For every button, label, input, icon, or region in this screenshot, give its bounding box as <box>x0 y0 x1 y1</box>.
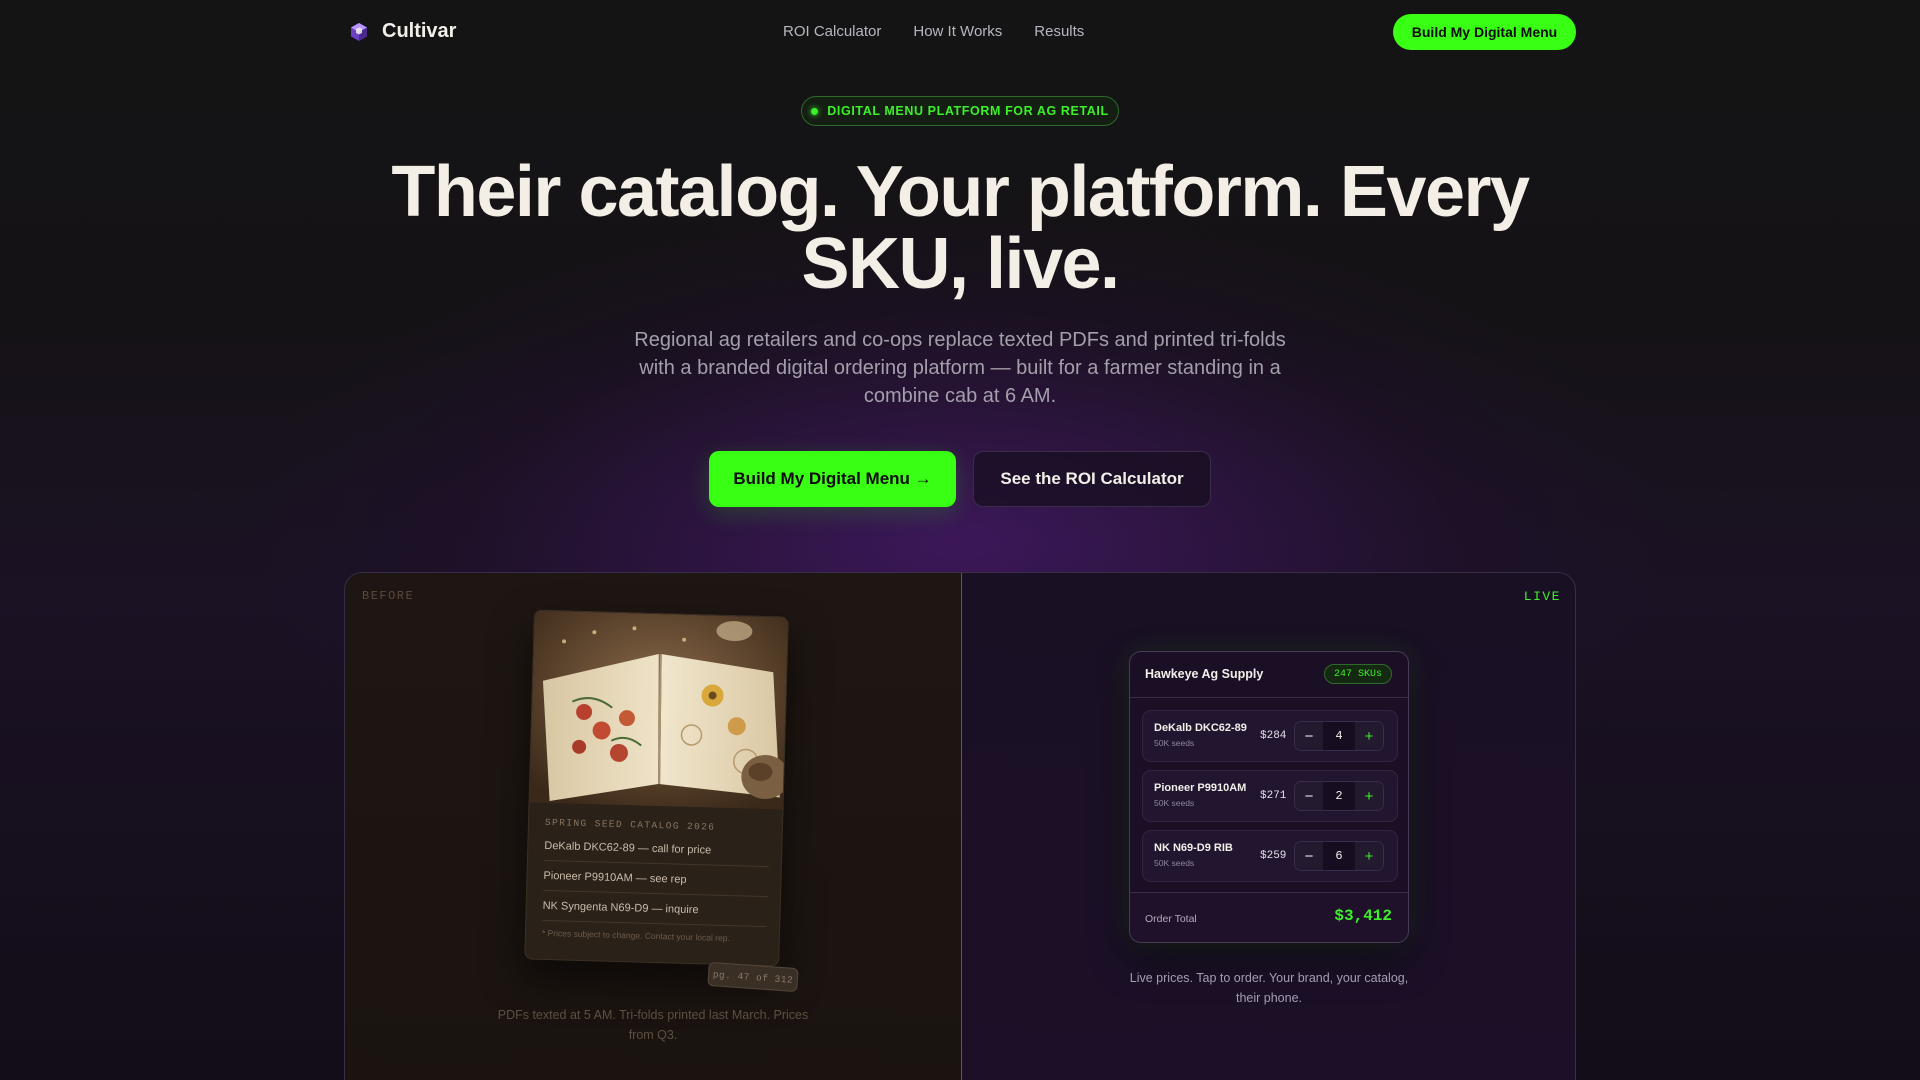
paper-catalog: SPRING SEED CATALOG 2026 DeKalb DKC62-89… <box>524 609 789 967</box>
hero-headline: Their catalog. Your platform. Every SKU,… <box>391 152 1530 304</box>
product-row: NK N69-D9 RIB 50K seeds $259 − 6 + <box>1142 830 1398 882</box>
nav-cta-button[interactable]: Build My Digital Menu <box>1393 14 1576 50</box>
catalog-body: SPRING SEED CATALOG 2026 DeKalb DKC62-89… <box>542 817 770 944</box>
live-caption: Live prices. Tap to order. Your brand, y… <box>1129 971 1409 1005</box>
before-caption: PDFs texted at 5 AM. Tri-folds printed l… <box>497 1008 809 1042</box>
plus-icon[interactable]: + <box>1355 842 1383 870</box>
order-total-value: $3,412 <box>1334 907 1392 925</box>
catalog-line: Pioneer P9910AM — see rep <box>543 869 769 898</box>
product-row: Pioneer P9910AM 50K seeds $271 − 2 + <box>1142 770 1398 822</box>
product-list: DeKalb DKC62-89 50K seeds $284 − 4 + Pio… <box>1142 710 1398 890</box>
quantity-stepper: − 4 + <box>1294 721 1384 751</box>
nav-link-how-it-works[interactable]: How It Works <box>913 23 1002 40</box>
plus-icon[interactable]: + <box>1355 722 1383 750</box>
store-name: Hawkeye Ag Supply <box>1145 667 1264 681</box>
product-name: NK N69-D9 RIB <box>1154 842 1233 854</box>
product-name: DeKalb DKC62-89 <box>1154 722 1247 734</box>
before-tag: BEFORE <box>362 589 415 603</box>
minus-icon[interactable]: − <box>1295 842 1323 870</box>
minus-icon[interactable]: − <box>1295 722 1323 750</box>
product-unit: 50K seeds <box>1154 738 1195 748</box>
cube-icon <box>350 22 368 42</box>
digital-menu-card: Hawkeye Ag Supply 247 SKUs DeKalb DKC62-… <box>1129 651 1409 943</box>
order-total-label: Order Total <box>1145 913 1197 925</box>
status-dot-icon <box>811 107 819 115</box>
product-unit: 50K seeds <box>1154 858 1195 868</box>
quantity-value[interactable]: 6 <box>1323 849 1355 863</box>
nav-links: ROI Calculator How It Works Results <box>783 23 1084 40</box>
nav-link-roi-calculator[interactable]: ROI Calculator <box>783 23 881 40</box>
product-row: DeKalb DKC62-89 50K seeds $284 − 4 + <box>1142 710 1398 762</box>
product-price: $259 <box>1260 850 1287 862</box>
menu-header: Hawkeye Ag Supply 247 SKUs <box>1130 652 1408 698</box>
minus-icon[interactable]: − <box>1295 782 1323 810</box>
brand[interactable]: Cultivar <box>350 20 456 43</box>
catalog-note: * Prices subject to change. Contact your… <box>541 927 731 944</box>
quantity-stepper: − 2 + <box>1294 781 1384 811</box>
product-name: Pioneer P9910AM <box>1154 782 1247 794</box>
catalog-title: SPRING SEED CATALOG 2026 <box>544 816 716 833</box>
brand-name: Cultivar <box>382 20 457 42</box>
quantity-value[interactable]: 4 <box>1323 729 1355 743</box>
hero-pill-label: DIGITAL MENU PLATFORM FOR AG RETAIL <box>827 104 1109 118</box>
sku-count-badge: 247 SKUs <box>1323 664 1392 684</box>
catalog-photo <box>529 610 789 810</box>
live-tag: LIVE <box>1523 589 1561 604</box>
before-panel: BEFORE SPRING SEED CATALOG 2026 DeKalb D… <box>345 573 961 1080</box>
product-price: $284 <box>1260 730 1287 742</box>
quantity-stepper: − 6 + <box>1294 841 1384 871</box>
live-panel: LIVE Hawkeye Ag Supply 247 SKUs DeKalb D… <box>961 573 1575 1080</box>
order-total-bar: Order Total $3,412 <box>1130 892 1408 942</box>
quantity-value[interactable]: 2 <box>1323 789 1355 803</box>
hero-subhead: Regional ag retailers and co-ops replace… <box>634 329 1286 407</box>
build-menu-button[interactable]: Build My Digital Menu → <box>709 451 956 507</box>
catalog-line: DeKalb DKC62-89 — call for price <box>543 839 770 868</box>
hero-pill-badge: DIGITAL MENU PLATFORM FOR AG RETAIL <box>801 96 1119 126</box>
before-after-showcase: BEFORE SPRING SEED CATALOG 2026 DeKalb D… <box>344 572 1576 1080</box>
top-nav: Cultivar ROI Calculator How It Works Res… <box>0 0 1920 64</box>
catalog-line: NK Syngenta N69-D9 — inquire <box>542 899 768 928</box>
plus-icon[interactable]: + <box>1355 782 1383 810</box>
product-price: $271 <box>1260 790 1287 802</box>
page-number-badge: pg. 47 of 312 <box>707 961 799 993</box>
roi-calculator-button[interactable]: See the ROI Calculator <box>973 451 1211 507</box>
product-unit: 50K seeds <box>1154 798 1195 808</box>
nav-link-results[interactable]: Results <box>1034 23 1084 40</box>
